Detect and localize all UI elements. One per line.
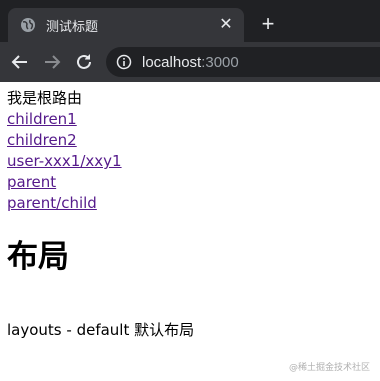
tab-strip: 测试标题 ✕ + [0, 0, 380, 42]
link-parent-child[interactable]: parent/child [7, 193, 380, 214]
watermark: @稀土掘金技术社区 [288, 363, 370, 373]
back-arrow-icon[interactable] [8, 50, 32, 74]
url-port: :3000 [201, 53, 239, 71]
page-content: 我是根路由 children1 children2 user-xxx1/xxy1… [7, 88, 380, 339]
layout-text: layouts - default 默认布局 [7, 321, 195, 339]
info-icon[interactable] [116, 54, 132, 70]
page-heading: 布局 [7, 239, 69, 275]
forward-arrow-icon[interactable] [40, 50, 64, 74]
root-route-text: 我是根路由 [7, 89, 83, 107]
link-parent[interactable]: parent [7, 172, 380, 193]
close-tab-icon[interactable]: ✕ [216, 15, 236, 35]
browser-toolbar: localhost:3000 [0, 42, 380, 82]
new-tab-button[interactable]: + [256, 12, 280, 36]
address-bar[interactable]: localhost:3000 [106, 47, 380, 77]
url-text[interactable]: localhost:3000 [142, 54, 239, 71]
reload-icon[interactable] [72, 50, 96, 74]
globe-icon [20, 17, 36, 33]
link-children1[interactable]: children1 [7, 109, 380, 130]
link-children2[interactable]: children2 [7, 130, 380, 151]
tab-title: 测试标题 [46, 19, 99, 35]
url-host: localhost [142, 53, 202, 71]
browser-tab[interactable]: 测试标题 ✕ [8, 8, 244, 42]
link-user[interactable]: user-xxx1/xxy1 [7, 151, 380, 172]
